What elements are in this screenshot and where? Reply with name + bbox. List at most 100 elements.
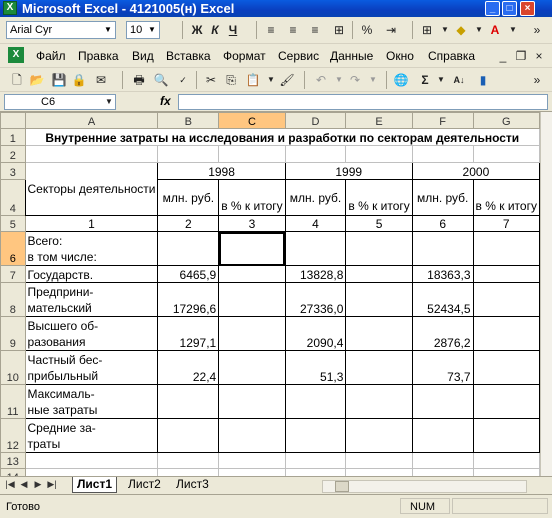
- new-document-icon[interactable]: 🗋: [8, 71, 26, 89]
- chevron-down-icon[interactable]: ▼: [100, 93, 118, 111]
- last-sheet-icon[interactable]: ▶|: [46, 479, 58, 490]
- table-title[interactable]: Внутренние затраты на исследования и раз…: [24, 128, 540, 146]
- cell[interactable]: [472, 452, 540, 469]
- bold-button[interactable]: Ж: [188, 21, 206, 39]
- row-header[interactable]: 9: [0, 316, 26, 351]
- cell[interactable]: [345, 231, 413, 266]
- row-header[interactable]: 7: [0, 265, 26, 283]
- first-sheet-icon[interactable]: |◀: [4, 479, 16, 490]
- cell[interactable]: [411, 145, 474, 163]
- font-color-icon[interactable]: A: [486, 21, 504, 39]
- cell[interactable]: [24, 452, 159, 469]
- pct-cell[interactable]: в % к итогу: [472, 179, 540, 216]
- chevron-down-icon[interactable]: ▼: [504, 21, 522, 39]
- cell[interactable]: 6465,9: [157, 265, 220, 283]
- close-button[interactable]: ×: [520, 1, 535, 16]
- sheet-tab-1[interactable]: Лист1: [72, 477, 118, 493]
- cell[interactable]: [157, 418, 220, 453]
- cell[interactable]: 13828,8: [284, 265, 347, 283]
- cell[interactable]: [218, 265, 286, 283]
- menu-help[interactable]: Справка: [428, 49, 475, 63]
- mln-rub-cell[interactable]: млн. руб.: [411, 179, 474, 216]
- row-header[interactable]: 12: [0, 418, 26, 453]
- cell[interactable]: [218, 468, 286, 476]
- cell[interactable]: Всего: в том числе:: [24, 231, 159, 266]
- cell[interactable]: [284, 452, 347, 469]
- cell[interactable]: [157, 231, 220, 266]
- cell[interactable]: [411, 468, 474, 476]
- cell[interactable]: [472, 231, 540, 266]
- cell[interactable]: 18363,3: [411, 265, 474, 283]
- cell[interactable]: [157, 468, 220, 476]
- email-icon[interactable]: ✉: [92, 71, 110, 89]
- prev-sheet-icon[interactable]: ◀: [18, 479, 30, 490]
- italic-button[interactable]: К: [206, 21, 224, 39]
- cell[interactable]: Высшего об- разования: [24, 316, 159, 351]
- menu-view[interactable]: Вид: [132, 49, 154, 63]
- next-sheet-icon[interactable]: ▶: [32, 479, 44, 490]
- font-name-combo[interactable]: Arial Cyr ▼: [6, 21, 116, 39]
- workbook-icon[interactable]: X: [8, 47, 24, 63]
- close-icon[interactable]: ×: [530, 47, 548, 65]
- cell[interactable]: [284, 468, 347, 476]
- align-center-icon[interactable]: ≡: [284, 21, 302, 39]
- cell[interactable]: [411, 418, 474, 453]
- menu-edit[interactable]: Правка: [78, 49, 119, 63]
- cell[interactable]: [472, 282, 540, 317]
- active-cell[interactable]: [218, 231, 286, 266]
- font-size-combo[interactable]: 10 ▼: [126, 21, 160, 39]
- maximize-button[interactable]: □: [502, 1, 517, 16]
- cell[interactable]: [411, 452, 474, 469]
- vertical-scrollbar[interactable]: [540, 112, 552, 476]
- row-header[interactable]: 5: [0, 215, 26, 232]
- cell[interactable]: [472, 468, 540, 476]
- year-1998-cell[interactable]: 1998: [157, 162, 286, 180]
- toolbar-options-icon[interactable]: »: [528, 71, 546, 89]
- menu-format[interactable]: Формат: [223, 49, 266, 63]
- chevron-down-icon[interactable]: ▼: [146, 23, 158, 37]
- excel-icon[interactable]: X: [3, 1, 17, 15]
- save-icon[interactable]: 💾: [50, 71, 68, 89]
- cell[interactable]: [472, 418, 540, 453]
- cell[interactable]: Частный бес- прибыльный: [24, 350, 159, 385]
- cell[interactable]: [472, 384, 540, 419]
- column-header[interactable]: C: [218, 112, 286, 129]
- column-header[interactable]: A: [24, 112, 159, 129]
- cell[interactable]: 51,3: [284, 350, 347, 385]
- cell[interactable]: 7: [472, 215, 540, 232]
- format-painter-icon[interactable]: 🖌: [278, 71, 296, 89]
- cell[interactable]: [345, 452, 413, 469]
- mln-rub-cell[interactable]: млн. руб.: [284, 179, 347, 216]
- formula-input[interactable]: [178, 94, 548, 110]
- cell[interactable]: [157, 452, 220, 469]
- fill-color-icon[interactable]: ◆: [452, 21, 470, 39]
- menu-window[interactable]: Окно: [386, 49, 414, 63]
- cell[interactable]: [218, 145, 286, 163]
- cell[interactable]: [345, 418, 413, 453]
- row-header[interactable]: 6: [0, 231, 26, 266]
- year-2000-cell[interactable]: 2000: [411, 162, 540, 180]
- permission-icon[interactable]: 🔒: [70, 71, 88, 89]
- cell[interactable]: Максималь- ные затраты: [24, 384, 159, 419]
- year-1999-cell[interactable]: 1999: [284, 162, 413, 180]
- column-header[interactable]: B: [157, 112, 220, 129]
- column-header[interactable]: D: [284, 112, 347, 129]
- sheet-tab-2[interactable]: Лист2: [124, 477, 165, 493]
- cut-icon[interactable]: ✂: [202, 71, 220, 89]
- row-header[interactable]: 2: [0, 145, 26, 163]
- cell[interactable]: [284, 231, 347, 266]
- align-right-icon[interactable]: ≡: [306, 21, 324, 39]
- menu-data[interactable]: Данные: [330, 49, 373, 63]
- cell[interactable]: Средние за- траты: [24, 418, 159, 453]
- cell[interactable]: Предприни- мательский: [24, 282, 159, 317]
- cell[interactable]: [472, 145, 540, 163]
- cell[interactable]: [218, 282, 286, 317]
- spelling-icon[interactable]: ✓: [174, 71, 192, 89]
- hyperlink-icon[interactable]: 🌐: [392, 71, 410, 89]
- row-header[interactable]: 11: [0, 384, 26, 419]
- cell[interactable]: 27336,0: [284, 282, 347, 317]
- cell[interactable]: 6: [411, 215, 474, 232]
- cell[interactable]: [345, 468, 413, 476]
- sort-ascending-icon[interactable]: A↓: [450, 71, 468, 89]
- redo-icon[interactable]: ↷: [346, 71, 364, 89]
